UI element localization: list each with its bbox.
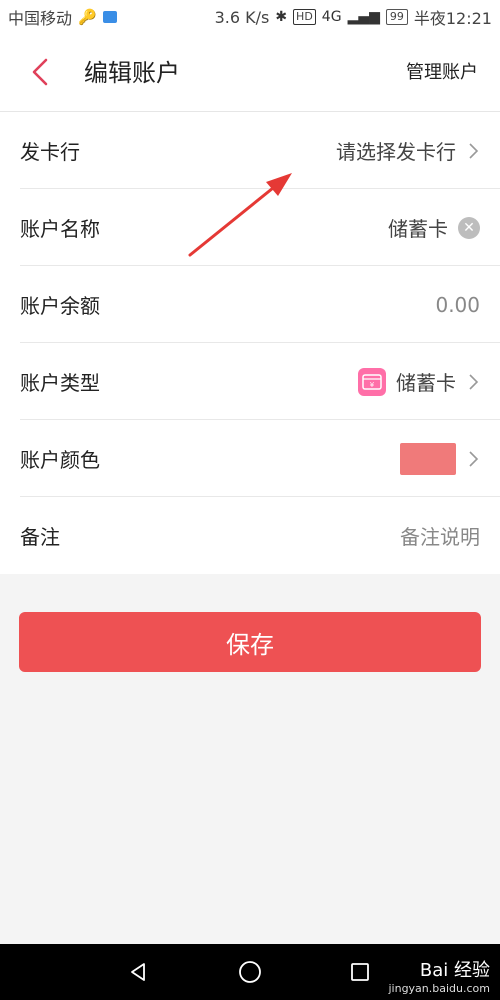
network-type: 4G bbox=[321, 9, 342, 25]
balance-row: 账户余额 0.00 bbox=[0, 266, 500, 343]
balance-input[interactable]: 0.00 bbox=[435, 293, 480, 317]
nav-recent-button[interactable] bbox=[344, 956, 376, 988]
square-recent-icon bbox=[351, 963, 369, 981]
carrier-name: 中国移动 bbox=[8, 9, 73, 28]
account-type-value: 储蓄卡 bbox=[396, 371, 456, 395]
account-color-row[interactable]: 账户颜色 bbox=[0, 420, 500, 497]
triangle-back-icon bbox=[131, 963, 145, 981]
hd-badge: HD bbox=[293, 9, 316, 25]
network-speed: 3.6 K/s bbox=[214, 7, 270, 27]
account-color-right bbox=[400, 442, 480, 475]
watermark-main: Bai 经验 bbox=[419, 960, 490, 981]
header: 编辑账户 管理账户 bbox=[0, 34, 500, 112]
color-swatch bbox=[400, 442, 456, 475]
issuer-row[interactable]: 发卡行 请选择发卡行 bbox=[0, 112, 500, 189]
account-name-input[interactable]: 储蓄卡 bbox=[388, 213, 448, 242]
manage-accounts-button[interactable]: 管理账户 bbox=[406, 58, 478, 88]
account-color-label: 账户颜色 bbox=[20, 448, 100, 472]
signal-icon: ▂▄▆ bbox=[347, 9, 380, 25]
circle-home-icon bbox=[239, 961, 261, 983]
status-right: 3.6 K/s ✱ HD 4G ▂▄▆ 99 半夜12:21 bbox=[215, 5, 492, 29]
chevron-right-icon bbox=[469, 142, 479, 159]
save-button[interactable]: 保存 bbox=[19, 612, 481, 672]
balance-right: 0.00 bbox=[435, 293, 480, 317]
back-button[interactable] bbox=[22, 54, 58, 90]
notification-icon bbox=[102, 11, 117, 23]
account-name-right: 储蓄卡 ✕ bbox=[388, 213, 480, 242]
nav-back-button[interactable] bbox=[122, 956, 154, 988]
watermark-sub: jingyan.baidu.com bbox=[388, 982, 490, 995]
account-form: 发卡行 请选择发卡行 账户名称 储蓄卡 ✕ 账户余额 0.00 账户类型 ¥ 储… bbox=[0, 112, 500, 574]
note-input[interactable]: 备注说明 bbox=[400, 521, 480, 550]
watermark: Bai 经验 jingyan.baidu.com bbox=[388, 956, 490, 995]
status-left: 中国移动 🔑 bbox=[8, 5, 117, 29]
issuer-label: 发卡行 bbox=[20, 140, 80, 164]
nav-home-button[interactable] bbox=[234, 956, 266, 988]
account-type-right: ¥ 储蓄卡 bbox=[358, 367, 480, 396]
note-right: 备注说明 bbox=[400, 521, 480, 550]
clear-icon[interactable]: ✕ bbox=[458, 216, 480, 239]
note-row: 备注 备注说明 bbox=[0, 497, 500, 574]
key-icon: 🔑 bbox=[78, 8, 97, 26]
chevron-right-icon bbox=[469, 373, 479, 390]
chevron-left-icon bbox=[32, 58, 48, 86]
page-title: 编辑账户 bbox=[84, 59, 180, 87]
account-type-row[interactable]: 账户类型 ¥ 储蓄卡 bbox=[0, 343, 500, 420]
bluetooth-icon: ✱ bbox=[275, 9, 288, 25]
note-label: 备注 bbox=[20, 525, 60, 549]
account-type-label: 账户类型 bbox=[20, 371, 100, 395]
system-nav-bar: Bai 经验 jingyan.baidu.com bbox=[0, 944, 500, 1000]
clock: 半夜12:21 bbox=[413, 9, 492, 28]
account-name-label: 账户名称 bbox=[20, 217, 100, 241]
debit-card-icon: ¥ bbox=[358, 367, 386, 396]
account-name-row: 账户名称 储蓄卡 ✕ bbox=[0, 189, 500, 266]
balance-label: 账户余额 bbox=[20, 294, 100, 318]
chevron-right-icon bbox=[469, 450, 479, 467]
issuer-right: 请选择发卡行 bbox=[336, 136, 480, 165]
status-bar: 中国移动 🔑 3.6 K/s ✱ HD 4G ▂▄▆ 99 半夜12:21 bbox=[0, 0, 500, 34]
battery-level: 99 bbox=[385, 9, 408, 25]
issuer-value: 请选择发卡行 bbox=[336, 140, 456, 164]
svg-text:¥: ¥ bbox=[370, 381, 375, 389]
